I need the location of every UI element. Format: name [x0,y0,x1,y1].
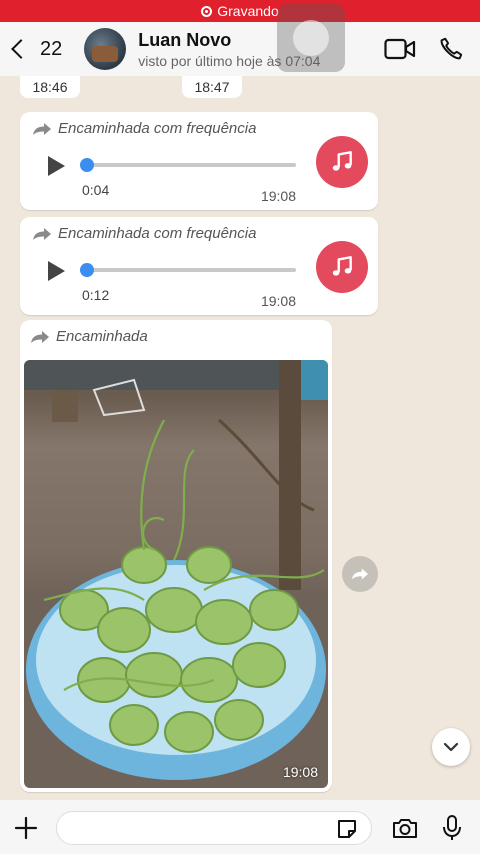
camera-icon[interactable] [390,815,420,841]
message-time: 18:47 [182,76,242,98]
forward-message-button[interactable] [342,556,378,592]
audio-duration: 0:12 [82,287,110,303]
avatar[interactable] [84,28,127,70]
play-icon[interactable] [48,156,65,176]
forward-icon [33,227,51,240]
audio-message[interactable]: Encaminhada com frequência 0:12 19:08 [20,217,378,315]
unread-count: 22 [40,37,63,60]
scroll-to-bottom-button[interactable] [432,728,470,766]
forward-icon [31,330,49,343]
message-time: 18:46 [20,76,80,98]
sticker-icon[interactable] [334,816,360,842]
vegetable-bowl-image [24,360,328,780]
phone-icon[interactable] [438,36,464,67]
audio-progress-track[interactable] [86,163,296,167]
message-time: 19:08 [260,188,296,204]
audio-progress-track[interactable] [86,268,296,272]
chat-header: 22 Luan Novo visto por último hoje às 07… [0,22,480,76]
plus-icon[interactable] [12,814,40,842]
audio-scrubber-handle[interactable] [80,158,94,172]
chevron-down-icon [443,742,459,752]
image-message[interactable]: Encaminhada 19:08 [20,320,332,792]
music-icon [316,241,368,293]
message-time: 19:08 [282,764,318,780]
forwarded-label: Encaminhada com frequência [32,225,256,242]
photo[interactable]: 19:08 [24,360,328,788]
forward-icon [33,122,51,135]
assistive-touch-button[interactable] [277,4,345,72]
message-composer [0,800,480,854]
video-call-icon[interactable] [384,38,416,65]
back-button[interactable]: 22 [11,37,63,61]
music-icon [316,136,368,188]
message-time: 19:08 [260,293,296,309]
audio-duration: 0:04 [82,182,110,198]
share-icon [351,568,369,580]
recording-bar[interactable]: Gravando [0,0,480,22]
audio-scrubber-handle[interactable] [80,263,94,277]
forwarded-label: Encaminhada com frequência [32,120,256,137]
forwarded-label: Encaminhada [30,328,148,345]
record-icon [201,5,213,17]
chevron-left-icon [11,39,31,59]
microphone-icon[interactable] [440,813,464,843]
message-input[interactable] [56,811,372,845]
recording-label: Gravando [217,3,279,19]
audio-message[interactable]: Encaminhada com frequência 0:04 19:08 [20,112,378,210]
play-icon[interactable] [48,261,65,281]
